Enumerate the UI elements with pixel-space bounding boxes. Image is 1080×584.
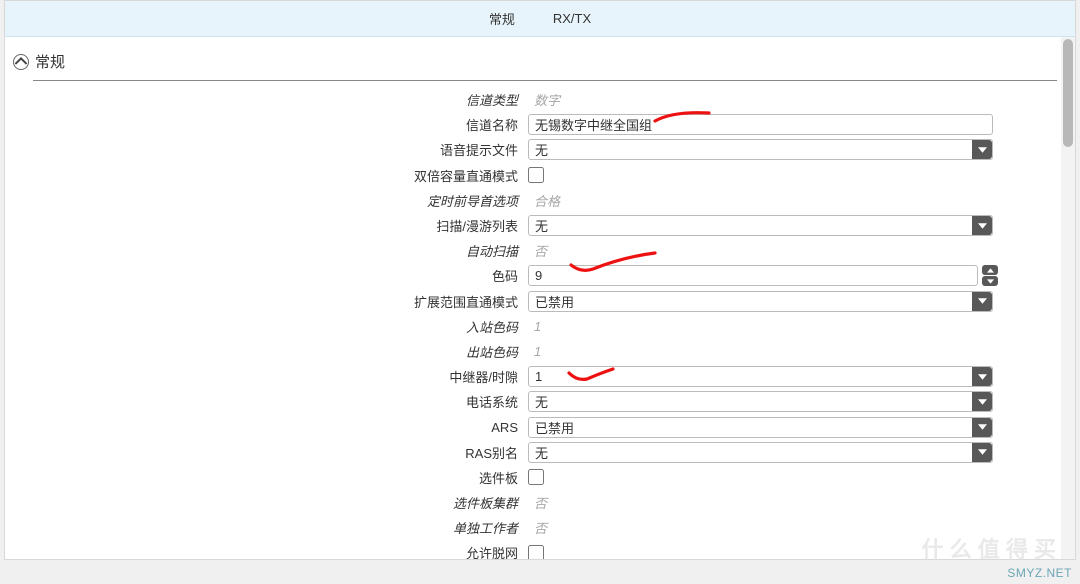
tab-general[interactable]: 常规 [483,1,521,36]
label-channel-type: 信道类型 [5,90,528,109]
tab-bar: 常规 RX/TX [5,1,1075,37]
chevron-down-icon[interactable] [972,292,992,311]
section-title: 常规 [35,51,65,72]
chevron-down-icon[interactable] [972,216,992,235]
label-auto-scan: 自动扫描 [5,241,528,260]
select-ars[interactable]: 已禁用 [528,417,993,438]
label-ext-range: 扩展范围直通模式 [5,292,528,311]
value-auto-scan: 否 [528,241,547,260]
select-ext-range[interactable]: 已禁用 [528,291,993,312]
label-out-color: 出站色码 [5,342,528,361]
label-in-color: 入站色码 [5,317,528,336]
site-watermark: SMYZ.NET [1007,566,1072,580]
value-out-color: 1 [528,344,541,359]
app-window: 常规 RX/TX 常规 信道类型 数字 信道名称 语音提示文件 无 双倍容量直通… [4,0,1076,560]
select-repeater-slot[interactable]: 1 [528,366,993,387]
select-scan-roam[interactable]: 无 [528,215,993,236]
label-phone-system: 电话系统 [5,392,528,411]
value-lone-worker: 否 [528,518,547,537]
label-option-trunk: 选件板集群 [5,493,528,512]
label-ras-alias: RAS别名 [5,443,528,462]
label-double-capacity: 双倍容量直通模式 [5,166,528,185]
checkbox-option-board[interactable] [528,469,544,485]
input-channel-name[interactable] [528,114,993,135]
label-option-board: 选件板 [5,468,528,487]
label-color-code: 色码 [5,266,528,285]
chevron-down-icon[interactable] [972,418,992,437]
chevron-down-icon[interactable] [972,367,992,386]
label-lone-worker: 单独工作者 [5,518,528,537]
tab-rxtx[interactable]: RX/TX [547,3,597,34]
label-channel-name: 信道名称 [5,115,528,134]
content-area: 常规 信道类型 数字 信道名称 语音提示文件 无 双倍容量直通模式 定时前导首选… [5,37,1061,559]
spinner-up-icon[interactable] [982,265,998,275]
select-phone-system[interactable]: 无 [528,391,993,412]
value-option-trunk: 否 [528,493,547,512]
checkbox-allow-offgrid[interactable] [528,545,544,559]
select-ras-alias[interactable]: 无 [528,442,993,463]
form-general: 信道类型 数字 信道名称 语音提示文件 无 双倍容量直通模式 定时前导首选项 合… [5,81,1061,559]
select-voice-prompt[interactable]: 无 [528,139,993,160]
value-channel-type: 数字 [528,90,560,109]
collapse-icon[interactable] [13,54,29,70]
scrollbar-thumb[interactable] [1063,39,1073,147]
chevron-down-icon[interactable] [972,140,992,159]
label-repeater-slot: 中继器/时隙 [5,367,528,386]
label-allow-offgrid: 允许脱网 [5,543,528,559]
label-scan-roam: 扫描/漫游列表 [5,216,528,235]
label-ars: ARS [5,420,528,435]
spinner-color-code[interactable]: 9 [528,265,978,286]
scrollbar-track[interactable] [1061,37,1075,559]
label-voice-prompt: 语音提示文件 [5,140,528,159]
value-in-color: 1 [528,319,541,334]
chevron-down-icon[interactable] [972,443,992,462]
value-timing-preamble: 合格 [528,191,560,210]
checkbox-double-capacity[interactable] [528,167,544,183]
spinner-down-icon[interactable] [982,276,998,286]
label-timing-preamble: 定时前导首选项 [5,191,528,210]
section-header-general[interactable]: 常规 [5,37,1061,80]
chevron-down-icon[interactable] [972,392,992,411]
